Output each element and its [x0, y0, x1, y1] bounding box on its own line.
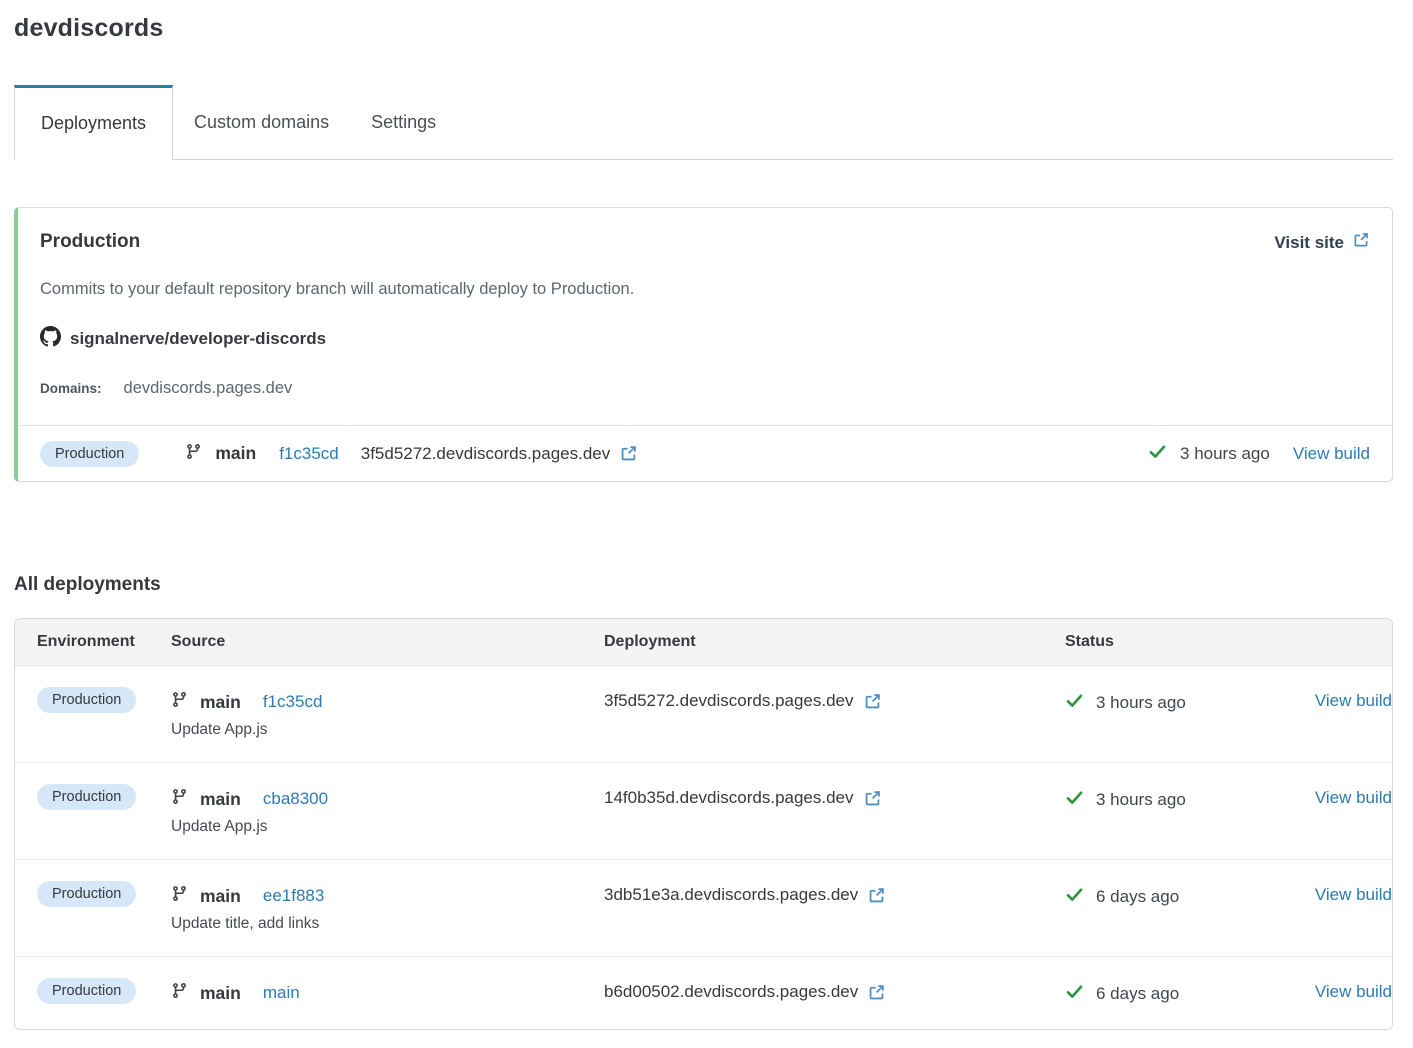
- success-check-icon: [1065, 691, 1084, 715]
- external-link-icon[interactable]: [619, 444, 638, 463]
- column-header-actions: [1293, 619, 1392, 666]
- github-logo-icon: [40, 326, 61, 352]
- branch-name: main: [215, 443, 256, 464]
- tab-label: Settings: [371, 112, 436, 133]
- commit-link[interactable]: ee1f883: [263, 886, 324, 906]
- commit-message: Update App.js: [171, 721, 604, 739]
- deployment-time: 3 hours ago: [1096, 693, 1186, 713]
- deployment-table-row: Production main ee1f883 Updat: [15, 860, 1392, 957]
- production-card-body: Production Visit site Commits to your de…: [18, 208, 1392, 425]
- table-header-row: Environment Source Deployment Status: [15, 619, 1392, 666]
- external-link-icon[interactable]: [863, 692, 882, 711]
- production-card: Production Visit site Commits to your de…: [14, 207, 1393, 482]
- commit-link[interactable]: f1c35cd: [279, 444, 339, 464]
- git-branch-icon: [171, 691, 188, 713]
- environment-badge: Production: [37, 881, 136, 907]
- column-header-environment: Environment: [15, 619, 171, 666]
- tab-label: Deployments: [41, 113, 146, 134]
- commit-link[interactable]: f1c35cd: [263, 692, 323, 712]
- deployment-time: 3 hours ago: [1180, 444, 1270, 464]
- commit-message: Update title, add links: [171, 915, 604, 933]
- success-check-icon: [1148, 442, 1167, 466]
- git-branch-icon: [171, 788, 188, 810]
- domains-label: Domains:: [40, 381, 102, 396]
- branch-name: main: [200, 789, 241, 810]
- environment-badge: Production: [37, 687, 136, 713]
- commit-message: Update App.js: [171, 818, 604, 836]
- deployment-table-row: Production main cba8300 Updat: [15, 763, 1392, 860]
- view-build-link[interactable]: View build: [1315, 691, 1392, 710]
- git-branch-icon: [171, 885, 188, 907]
- deployment-url: 3f5d5272.devdiscords.pages.dev: [361, 444, 611, 464]
- visit-site-label: Visit site: [1274, 233, 1344, 253]
- external-link-icon[interactable]: [867, 886, 886, 905]
- environment-badge: Production: [40, 441, 139, 467]
- production-heading: Production: [40, 231, 140, 253]
- deployment-table-row: Production main main: [15, 957, 1392, 1029]
- success-check-icon: [1065, 982, 1084, 1006]
- tab-label: Custom domains: [194, 112, 329, 133]
- deployment-time: 3 hours ago: [1096, 790, 1186, 810]
- deployment-url: 3f5d5272.devdiscords.pages.dev: [604, 691, 854, 711]
- view-build-link[interactable]: View build: [1315, 788, 1392, 807]
- success-check-icon: [1065, 885, 1084, 909]
- page-title: devdiscords: [14, 14, 1393, 43]
- tab-settings[interactable]: Settings: [350, 85, 457, 159]
- deployment-url: b6d00502.devdiscords.pages.dev: [604, 982, 858, 1002]
- column-header-deployment: Deployment: [604, 619, 1065, 666]
- external-link-icon[interactable]: [867, 983, 886, 1002]
- deployment-time: 6 days ago: [1096, 984, 1179, 1004]
- external-link-icon: [1352, 231, 1370, 254]
- deployment-time: 6 days ago: [1096, 887, 1179, 907]
- commit-link[interactable]: main: [263, 983, 300, 1003]
- view-build-link[interactable]: View build: [1293, 444, 1370, 464]
- column-header-status: Status: [1065, 619, 1293, 666]
- deployments-table: Environment Source Deployment Status Pro…: [14, 618, 1393, 1030]
- environment-badge: Production: [37, 978, 136, 1004]
- column-header-source: Source: [171, 619, 604, 666]
- tab-bar: Deployments Custom domains Settings: [14, 85, 1393, 160]
- production-description: Commits to your default repository branc…: [40, 280, 1370, 299]
- view-build-link[interactable]: View build: [1315, 885, 1392, 904]
- commit-link[interactable]: cba8300: [263, 789, 328, 809]
- branch-name: main: [200, 692, 241, 713]
- deployment-table-row: Production main f1c35cd Updat: [15, 666, 1392, 763]
- branch-name: main: [200, 983, 241, 1004]
- environment-badge: Production: [37, 784, 136, 810]
- git-branch-icon: [171, 982, 188, 1004]
- all-deployments-heading: All deployments: [14, 574, 1393, 596]
- success-check-icon: [1065, 788, 1084, 812]
- external-link-icon[interactable]: [863, 789, 882, 808]
- branch-name: main: [200, 886, 241, 907]
- production-deployment-row: Production main f1c35cd 3f5d5272.devdisc…: [18, 425, 1392, 481]
- domain-value: devdiscords.pages.dev: [124, 379, 293, 398]
- visit-site-link[interactable]: Visit site: [1274, 231, 1370, 254]
- repository-link[interactable]: signalnerve/developer-discords: [70, 329, 326, 349]
- view-build-link[interactable]: View build: [1315, 982, 1392, 1001]
- deployment-url: 3db51e3a.devdiscords.pages.dev: [604, 885, 858, 905]
- pages-project-page: devdiscords Deployments Custom domains S…: [0, 0, 1413, 1048]
- tab-custom-domains[interactable]: Custom domains: [173, 85, 350, 159]
- tab-deployments[interactable]: Deployments: [14, 85, 173, 160]
- git-branch-icon: [185, 443, 202, 465]
- deployment-url: 14f0b35d.devdiscords.pages.dev: [604, 788, 854, 808]
